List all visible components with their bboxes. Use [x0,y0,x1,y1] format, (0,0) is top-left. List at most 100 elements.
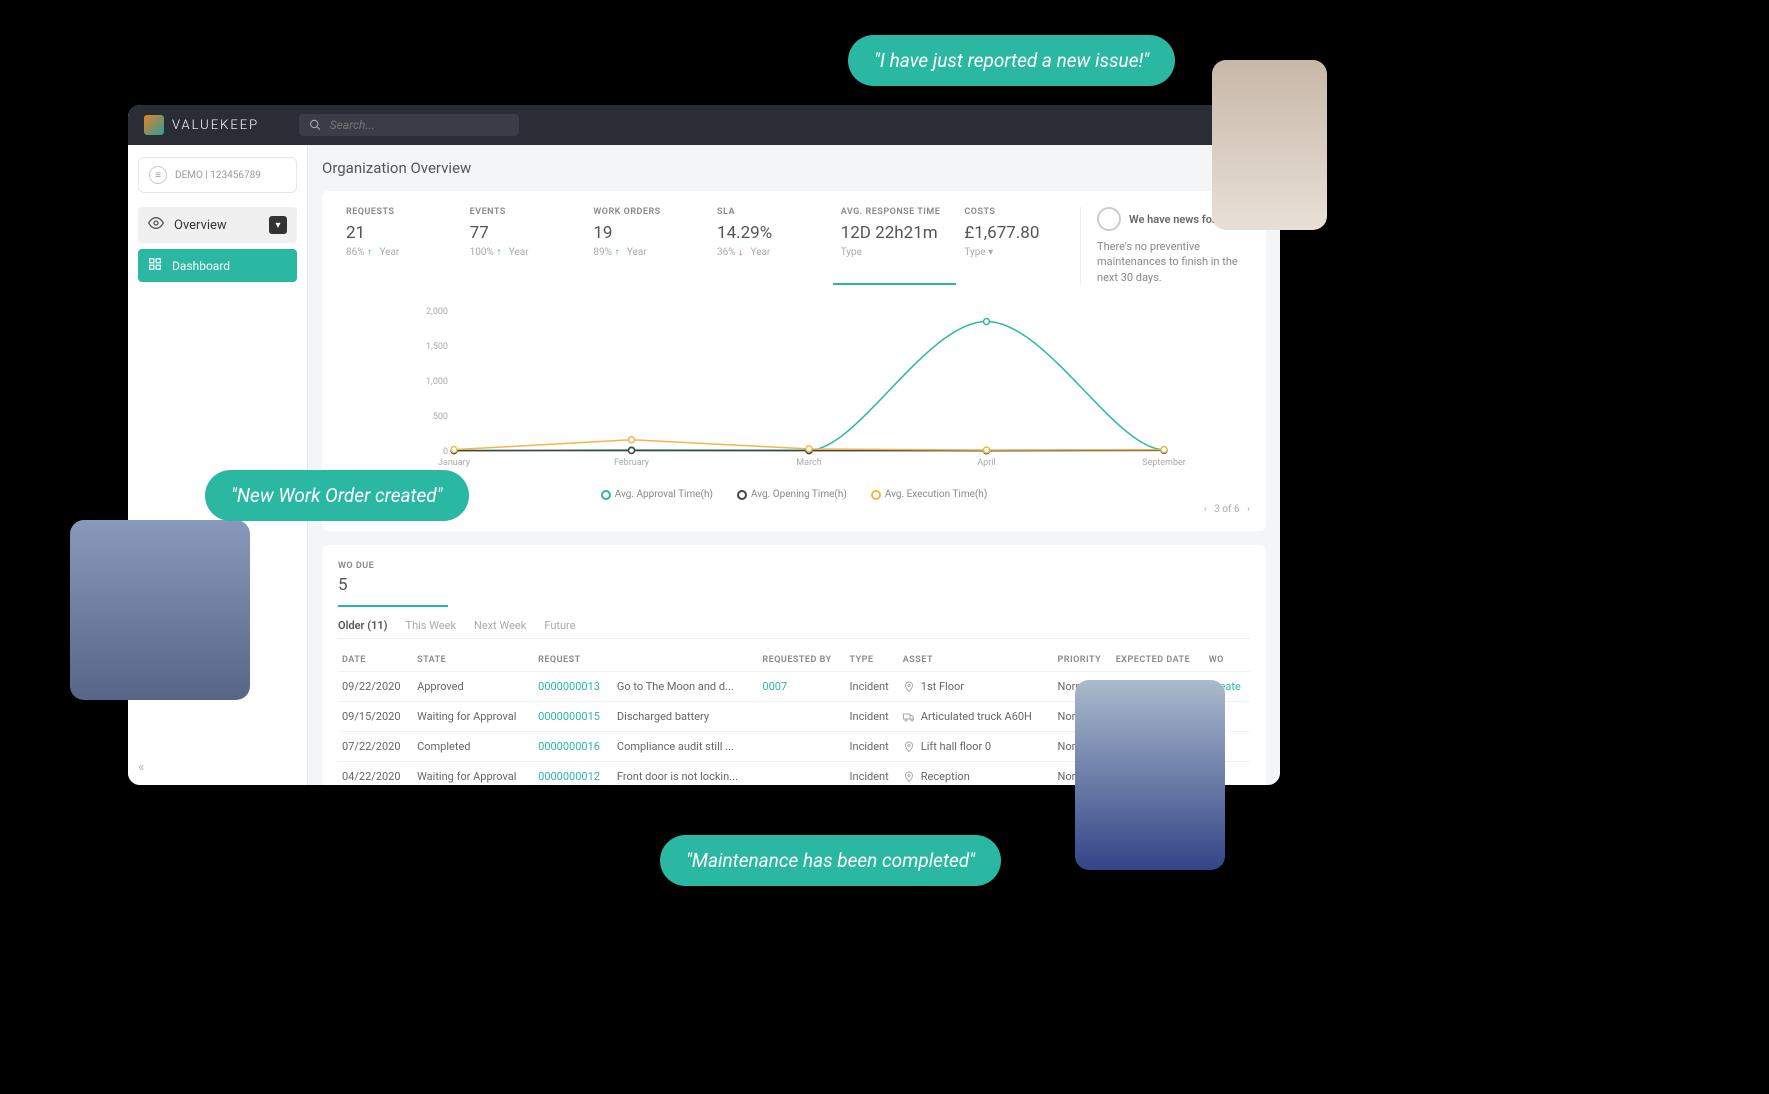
cell-date: 07/22/2020 [338,732,413,762]
metric-label: SLA [717,207,825,217]
tab-older-[interactable]: Older (11) [338,619,388,632]
metric-sla[interactable]: SLA14.29%36% ↓ Year [709,207,833,285]
metric-label: REQUESTS [346,207,454,217]
svg-text:500: 500 [433,412,448,422]
col-desc [613,649,758,672]
metric-sub: 36% ↓ Year [717,247,825,258]
nav-dashboard-label: Dashboard [172,259,230,273]
tenant-badge[interactable]: ≡ DEMO | 123456789 [138,157,297,193]
nav-dashboard[interactable]: Dashboard [138,249,297,282]
metric-sub: 86% ↑ Year [346,247,454,258]
avatar-technician [1075,680,1225,870]
metric-sub: 100% ↑ Year [470,247,578,258]
metrics-row: REQUESTS2186% ↑ YearEVENTS77100% ↑ YearW… [338,207,1080,285]
metric-requests[interactable]: REQUESTS2186% ↑ Year [338,207,462,285]
legend-item[interactable]: Avg. Execution Time(h) [871,489,988,500]
asset-icon [903,741,915,753]
eye-icon [148,215,164,235]
chart-legend: Avg. Approval Time(h) Avg. Opening Time(h… [338,489,1250,500]
metric-value: £1,677.80 [964,223,1072,243]
tenant-icon: ≡ [149,166,167,184]
col-request: REQUEST [534,649,613,672]
cell-request-id[interactable]: 0000000016 [534,732,613,762]
chart-svg: 05001,0001,5002,000JanuaryFebruaryMarchA… [338,301,1250,481]
tab-next-week[interactable]: Next Week [474,619,526,632]
legend-label: Avg. Approval Time(h) [615,489,713,500]
svg-text:0: 0 [443,447,448,457]
cell-date: 04/22/2020 [338,762,413,785]
cell-asset: Lift hall floor 0 [899,732,1054,762]
cell-type: Incident [846,732,899,762]
metric-avg-response-time[interactable]: AVG. RESPONSE TIME12D 22h21mType [833,207,957,285]
chevron-down-icon[interactable]: ▾ [269,216,287,234]
metric-value: 12D 22h21m [841,223,949,243]
cell-state: Waiting for Approval [413,702,534,732]
wo-underline [338,605,448,607]
search-input[interactable] [330,118,509,132]
pagination-text: 3 of 6 [1214,504,1239,515]
cell-type: Incident [846,762,899,785]
search-box[interactable] [299,114,519,136]
tab-future[interactable]: Future [544,619,575,632]
cell-request-id[interactable]: 0000000013 [534,672,613,702]
news-text: There's no preventive maintenances to fi… [1097,239,1250,285]
cell-type: Incident [846,672,899,702]
legend-swatch [737,490,747,500]
metric-sub: Type [841,247,949,258]
wheel-icon [1097,207,1121,231]
col-wo: WO [1205,649,1250,672]
response-time-chart: 05001,0001,5002,000JanuaryFebruaryMarchA… [338,301,1250,481]
speech-bubble-issue: "I have just reported a new issue!" [848,35,1175,86]
wo-tabs: Older (11) This Week Next Week Future [338,619,1250,639]
asset-icon [903,681,915,693]
nav-overview[interactable]: Overview ▾ [138,207,297,243]
cell-desc: Go to The Moon and d... [613,672,758,702]
cell-requested-by[interactable] [758,762,845,785]
col-date: DATE [338,649,413,672]
cell-requested-by[interactable] [758,702,845,732]
legend-swatch [601,490,611,500]
legend-item[interactable]: Avg. Approval Time(h) [601,489,713,500]
metric-sub: 89% ↑ Year [593,247,701,258]
avatar-reporter [1212,60,1327,230]
cell-request-id[interactable]: 0000000015 [534,702,613,732]
svg-text:April: April [977,458,995,468]
metric-label: COSTS [964,207,1072,217]
legend-label: Avg. Execution Time(h) [885,489,988,500]
cell-request-id[interactable]: 0000000012 [534,762,613,785]
cell-asset: 1st Floor [899,672,1054,702]
cell-requested-by[interactable] [758,732,845,762]
col-type: TYPE [846,649,899,672]
avatar-worker [70,520,250,700]
cell-desc: Discharged battery [613,702,758,732]
collapse-sidebar-button[interactable]: « [138,759,145,775]
legend-item[interactable]: Avg. Opening Time(h) [737,489,847,500]
metric-events[interactable]: EVENTS77100% ↑ Year [462,207,586,285]
legend-label: Avg. Opening Time(h) [751,489,847,500]
svg-text:September: September [1142,458,1186,468]
svg-text:February: February [614,458,650,468]
col-requested-by: REQUESTED BY [758,649,845,672]
cell-asset: Articulated truck A60H [899,702,1054,732]
metric-value: 19 [593,223,701,243]
page-title: Organization Overview [322,159,1266,177]
cell-state: Completed [413,732,534,762]
svg-text:1,000: 1,000 [426,377,448,387]
metrics-row-wrap: REQUESTS2186% ↑ YearEVENTS77100% ↑ YearW… [338,207,1250,285]
logo: VALUEKEEP [144,115,259,135]
asset-icon [903,711,915,723]
metric-costs[interactable]: COSTS £1,677.80 Type ▾ [956,207,1080,285]
cell-date: 09/22/2020 [338,672,413,702]
legend-swatch [871,490,881,500]
metric-work-orders[interactable]: WORK ORDERS1989% ↑ Year [585,207,709,285]
logo-icon [144,115,164,135]
svg-text:March: March [796,458,821,468]
wo-due-value: 5 [338,575,1250,595]
topbar: VALUEKEEP + [128,105,1280,145]
cell-date: 09/15/2020 [338,702,413,732]
svg-text:1,500: 1,500 [426,342,448,352]
tab-this-week[interactable]: This Week [406,619,457,632]
metric-sub: Type ▾ [964,247,1072,258]
cell-requested-by[interactable]: 0007 [758,672,845,702]
chart-pagination[interactable]: ‹ 3 of 6 › [338,504,1250,515]
